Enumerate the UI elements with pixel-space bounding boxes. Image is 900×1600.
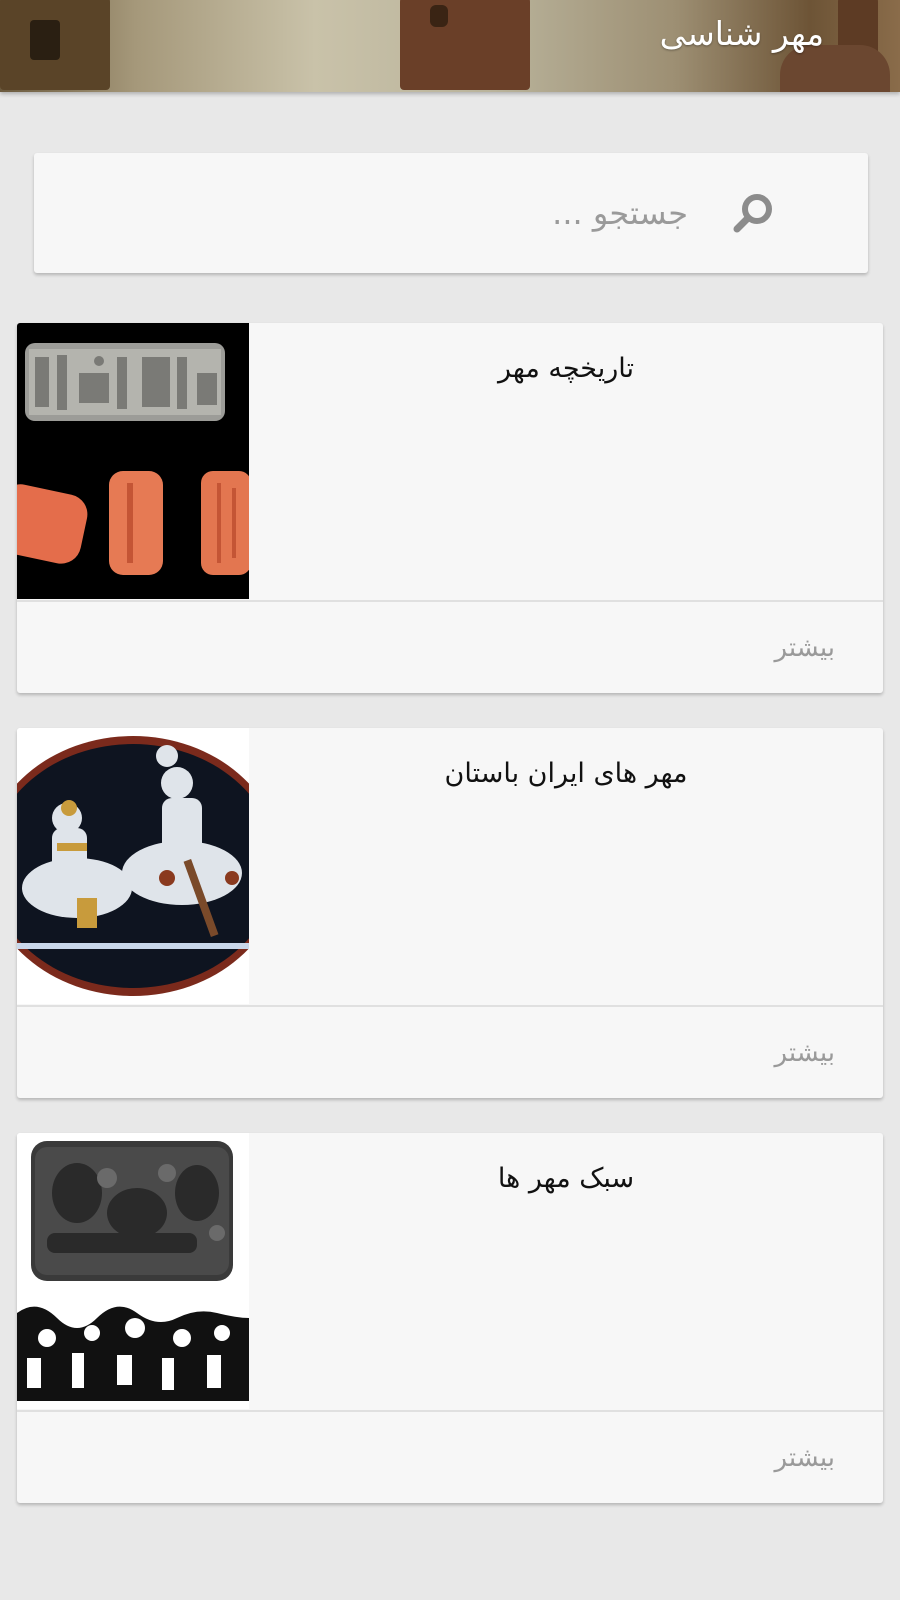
app-header: مهر شناسی — [0, 0, 900, 92]
list-item-ancient-iran-seals[interactable]: مهر های ایران باستان بیشتر — [17, 728, 883, 1098]
search-bar[interactable] — [34, 153, 868, 273]
card-divider — [17, 600, 883, 602]
more-button[interactable]: بیشتر — [775, 1443, 835, 1473]
header-artifact-image — [0, 0, 110, 90]
app-title: مهر شناسی — [659, 14, 824, 53]
card-title: تاریخچه مهر — [497, 353, 634, 384]
card-divider — [17, 1410, 883, 1412]
sasanian-seal-image — [17, 728, 249, 1004]
search-input[interactable] — [128, 185, 688, 241]
more-button[interactable]: بیشتر — [775, 633, 835, 663]
more-button[interactable]: بیشتر — [775, 1038, 835, 1068]
card-title: سبک مهر ها — [497, 1163, 635, 1194]
cylinder-seals-image — [17, 323, 249, 599]
seal-styles-image — [17, 1133, 249, 1409]
list-item-seal-history[interactable]: تاریخچه مهر بیشتر — [17, 323, 883, 693]
card-divider — [17, 1005, 883, 1007]
card-title: مهر های ایران باستان — [444, 758, 688, 789]
list-item-seal-styles[interactable]: سبک مهر ها بیشتر — [17, 1133, 883, 1503]
header-artifact-image — [400, 0, 530, 90]
search-icon[interactable] — [730, 189, 778, 237]
